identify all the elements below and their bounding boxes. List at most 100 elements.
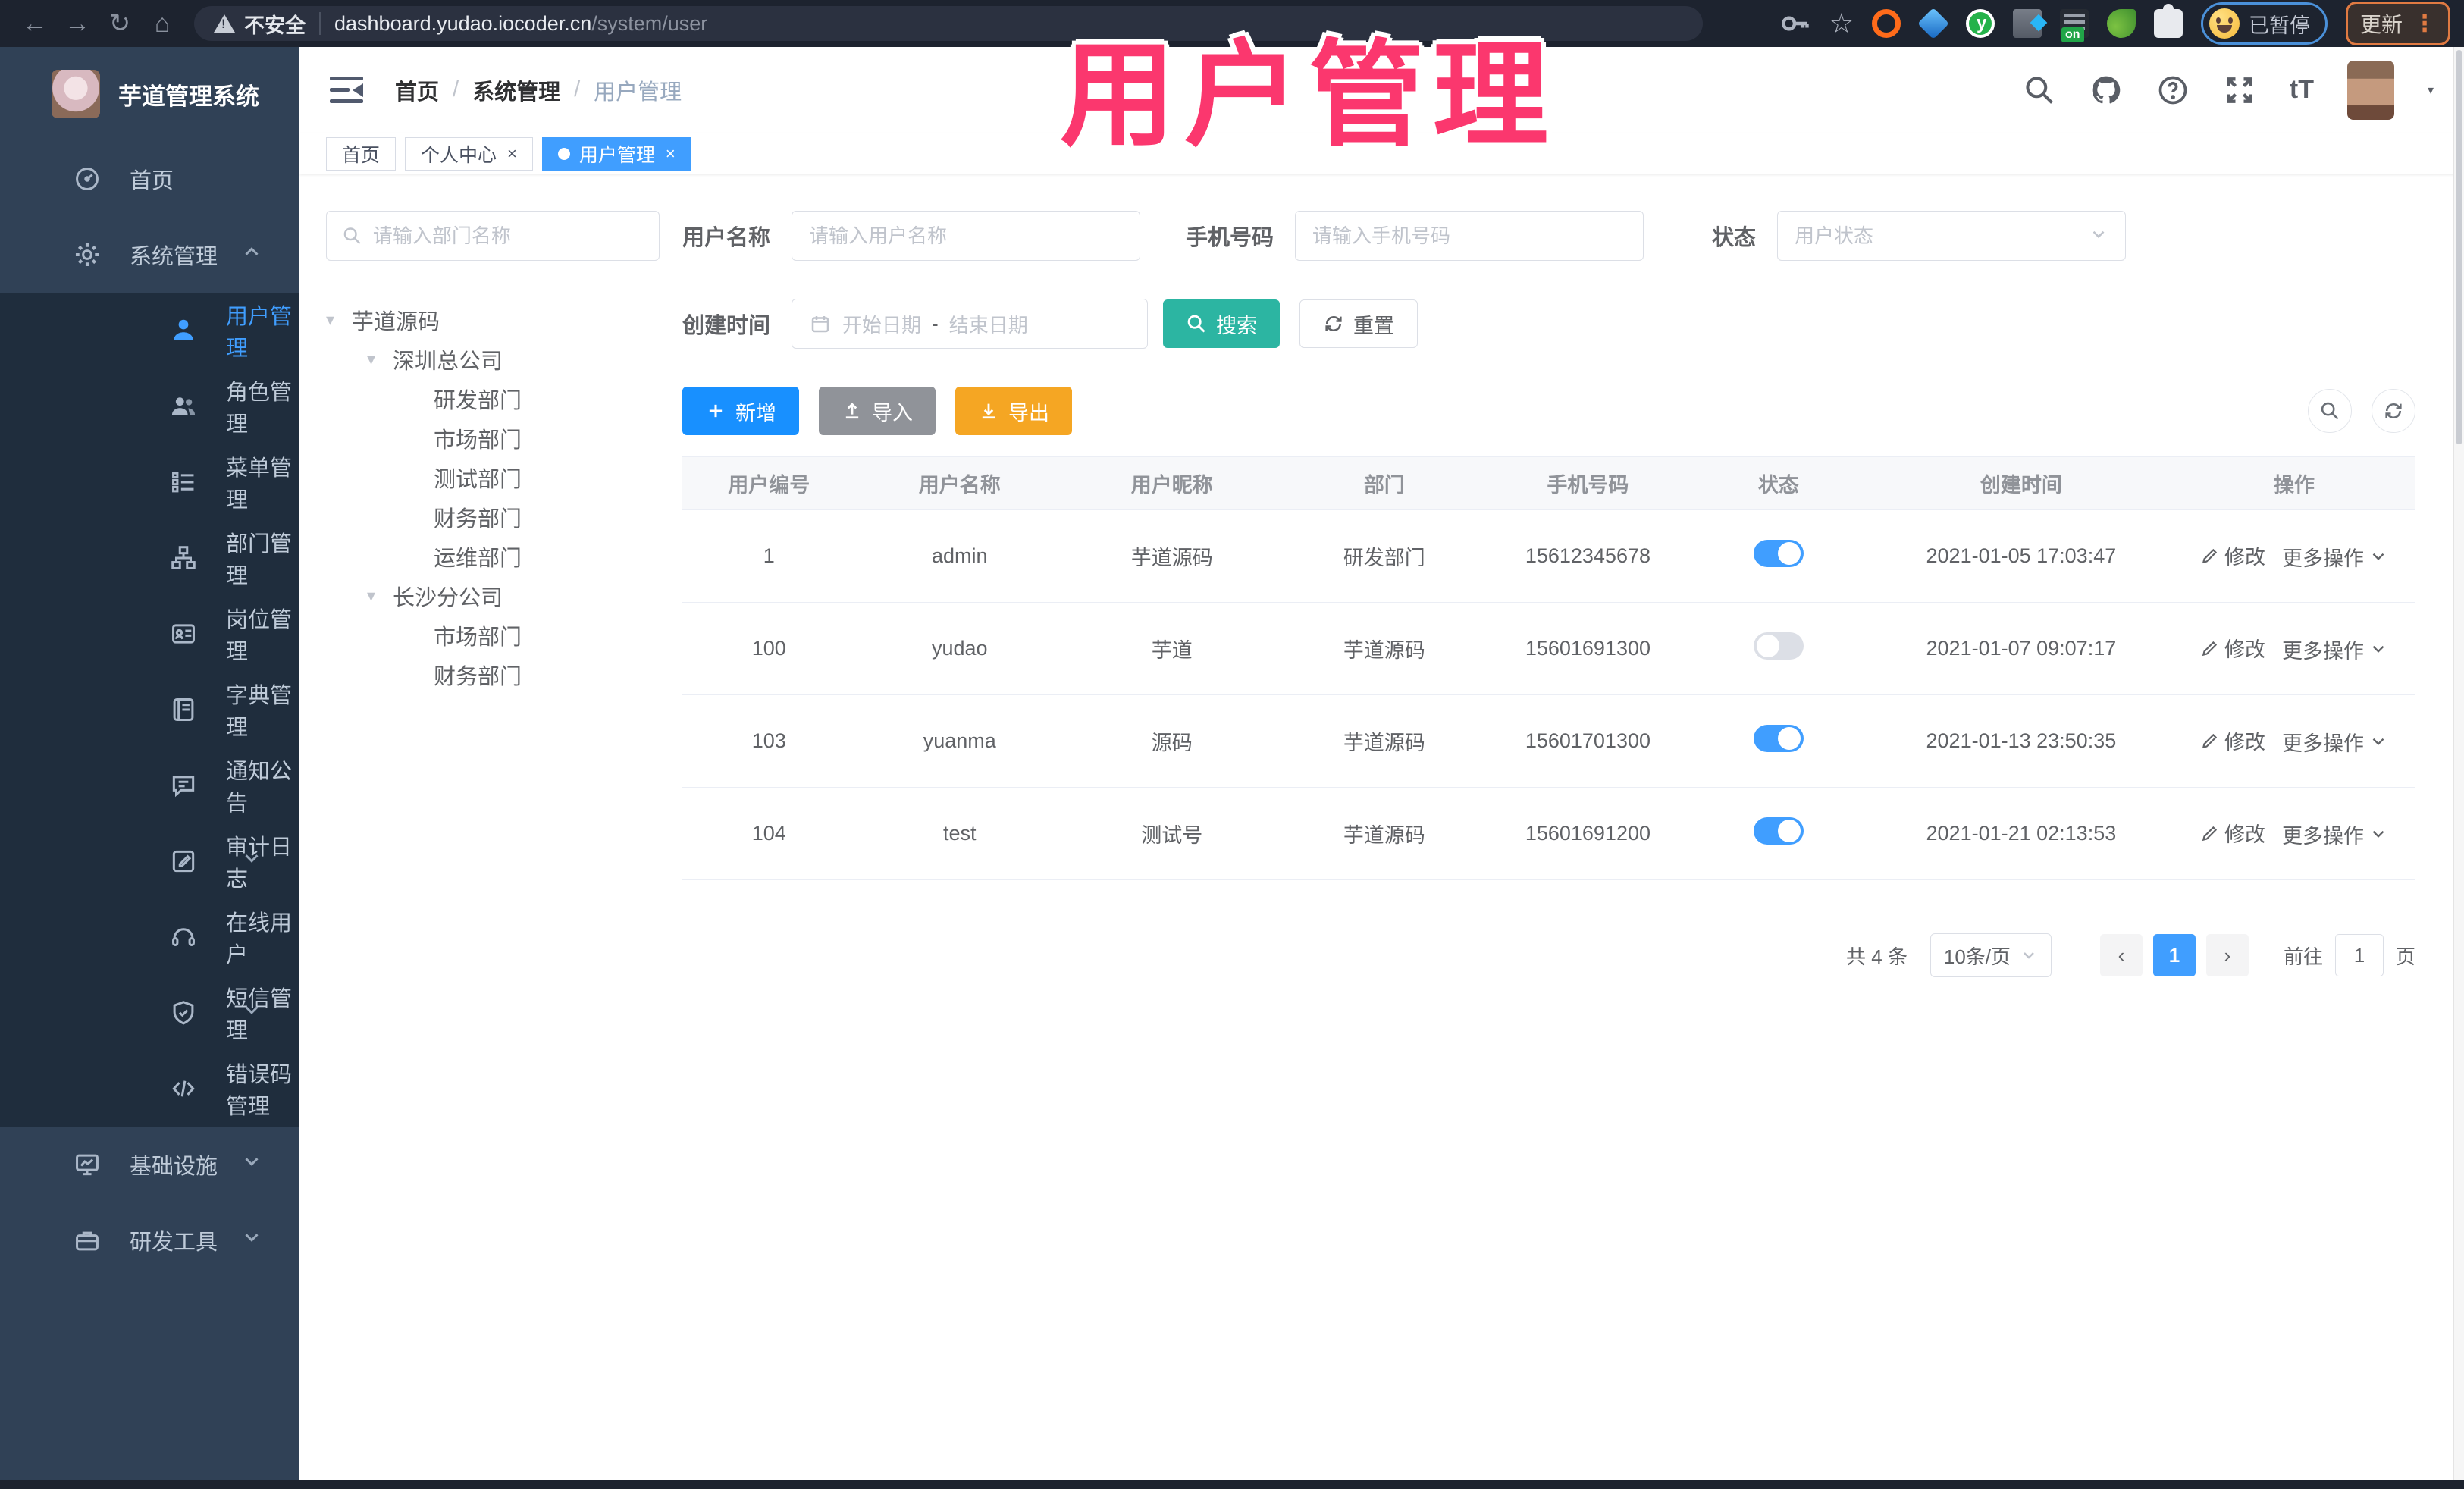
edit-link[interactable]: 修改 — [2200, 633, 2265, 663]
sidebar-item-字典管理[interactable]: 字典管理 — [0, 672, 299, 748]
date-start-placeholder[interactable]: 开始日期 — [842, 310, 921, 338]
bookmark-star-icon[interactable]: ☆ — [1829, 8, 1854, 39]
extensions-puzzle-icon[interactable] — [2153, 4, 2183, 38]
edit-link[interactable]: 修改 — [2200, 726, 2265, 755]
update-button[interactable]: 更新 ⋮ — [2345, 2, 2450, 45]
status-toggle[interactable] — [1753, 632, 1804, 660]
status-toggle[interactable] — [1753, 817, 1804, 845]
fullscreen-icon[interactable] — [2223, 74, 2256, 107]
tag-tab-用户管理[interactable]: 用户管理 × — [541, 136, 691, 171]
user-avatar[interactable] — [2346, 60, 2394, 120]
username-input[interactable] — [792, 211, 1141, 261]
tree-node-财务部门[interactable]: 财务部门 — [326, 497, 660, 537]
tree-node-运维部门[interactable]: 运维部门 — [326, 537, 660, 576]
breadcrumb-current: 用户管理 — [594, 80, 682, 105]
sidebar-item-审计日志[interactable]: 审计日志 — [0, 823, 299, 899]
tree-node-市场部门[interactable]: 市场部门 — [326, 616, 660, 655]
tree-node-深圳总公司[interactable]: ▾ 深圳总公司 — [326, 340, 660, 379]
tree-node-芋道源码[interactable]: ▾ 芋道源码 — [326, 300, 660, 340]
mobile-input[interactable] — [1295, 211, 1644, 261]
refresh-table-button[interactable] — [2372, 389, 2415, 433]
reset-button[interactable]: 重置 — [1299, 299, 1419, 348]
header-search-icon[interactable] — [2023, 74, 2056, 107]
more-actions-link[interactable]: 更多操作 — [2282, 727, 2388, 757]
tree-node-长沙分公司[interactable]: ▾ 长沙分公司 — [326, 576, 660, 616]
page-number-1[interactable]: 1 — [2152, 934, 2196, 976]
sidebar-item-菜单管理[interactable]: 菜单管理 — [0, 444, 299, 520]
github-icon[interactable] — [2089, 74, 2123, 107]
goto-page-input[interactable] — [2334, 934, 2384, 976]
tree-expand-caret-icon[interactable]: ▾ — [367, 586, 393, 606]
next-page-button[interactable]: › — [2205, 934, 2249, 976]
key-icon[interactable] — [1778, 7, 1811, 40]
mobile-field[interactable] — [1312, 224, 1627, 248]
browser-forward-icon[interactable]: → — [56, 9, 99, 39]
breadcrumb-separator: / — [574, 77, 581, 102]
tree-node-测试部门[interactable]: 测试部门 — [326, 458, 660, 497]
sidebar-item-通知公告[interactable]: 通知公告 — [0, 748, 299, 823]
close-icon[interactable]: × — [666, 144, 676, 164]
tag-tab-首页[interactable]: 首页 — [326, 136, 397, 171]
font-size-icon[interactable]: tT — [2290, 75, 2314, 105]
browser-home-icon[interactable]: ⌂ — [141, 9, 183, 39]
avatar-caret-icon[interactable]: ▾ — [2428, 83, 2434, 98]
department-search-input[interactable] — [326, 211, 660, 261]
add-button[interactable]: 新增 — [682, 387, 799, 435]
sidebar-item-在线用户[interactable]: 在线用户 — [0, 899, 299, 975]
sidebar-item-系统管理[interactable]: 系统管理 — [0, 217, 299, 293]
sidebar-item-部门管理[interactable]: 部门管理 — [0, 520, 299, 596]
status-toggle[interactable] — [1753, 725, 1804, 752]
breadcrumb-home[interactable]: 首页 — [395, 74, 439, 106]
extension-y-icon[interactable] — [1965, 9, 1995, 38]
status-select-field[interactable] — [1795, 224, 2083, 248]
extension-leaf-icon[interactable] — [2106, 9, 2136, 38]
status-select[interactable] — [1777, 211, 2127, 261]
tree-expand-caret-icon[interactable]: ▾ — [326, 310, 352, 330]
more-actions-link[interactable]: 更多操作 — [2282, 542, 2388, 572]
sidebar-item-角色管理[interactable]: 角色管理 — [0, 368, 299, 444]
extension-switch-on-icon[interactable] — [2059, 9, 2089, 42]
extension-ubuntu-icon[interactable] — [1871, 9, 1901, 38]
tree-node-财务部门[interactable]: 财务部门 — [326, 655, 660, 694]
more-actions-link[interactable]: 更多操作 — [2282, 820, 2388, 849]
browser-menu-icon[interactable]: ⋮ — [2413, 12, 2436, 35]
close-icon[interactable]: × — [507, 144, 517, 164]
page-size-select[interactable]: 10条/页 — [1930, 933, 2052, 977]
tree-node-市场部门[interactable]: 市场部门 — [326, 418, 660, 458]
extension-gem-icon[interactable] — [1917, 8, 1949, 39]
toggle-search-button[interactable] — [2308, 389, 2352, 433]
date-range-picker[interactable]: 开始日期 - 结束日期 — [792, 299, 1149, 349]
sidebar-item-短信管理[interactable]: 短信管理 — [0, 975, 299, 1051]
help-icon[interactable] — [2156, 74, 2190, 107]
username-field[interactable] — [809, 224, 1124, 248]
sidebar-item-错误码管理[interactable]: 错误码管理 — [0, 1051, 299, 1127]
prev-page-button[interactable]: ‹ — [2099, 934, 2143, 976]
browser-reload-icon[interactable]: ↻ — [99, 8, 141, 39]
collapse-sidebar-icon[interactable] — [330, 76, 363, 104]
edit-link[interactable]: 修改 — [2200, 818, 2265, 848]
sidebar-item-首页[interactable]: 首页 — [0, 141, 299, 217]
import-button[interactable]: 导入 — [819, 387, 936, 435]
breadcrumb-system[interactable]: 系统管理 — [472, 74, 560, 106]
search-button[interactable]: 搜索 — [1163, 299, 1281, 348]
sidebar-item-岗位管理[interactable]: 岗位管理 — [0, 596, 299, 672]
sidebar-item-用户管理[interactable]: 用户管理 — [0, 293, 299, 368]
sidebar-item-研发工具[interactable]: 研发工具 — [0, 1202, 299, 1278]
profile-paused-chip[interactable]: 已暂停 — [2200, 2, 2328, 45]
browser-back-icon[interactable]: ← — [14, 9, 56, 39]
tree-expand-caret-icon[interactable]: ▾ — [367, 350, 393, 369]
tag-tab-个人中心[interactable]: 个人中心 × — [405, 136, 533, 171]
export-button[interactable]: 导出 — [955, 387, 1072, 435]
more-actions-link[interactable]: 更多操作 — [2282, 635, 2388, 664]
app-logo-row[interactable]: 芋道管理系统 — [0, 47, 299, 141]
department-search-field[interactable] — [372, 224, 644, 248]
extension-grid-icon[interactable] — [2012, 9, 2042, 38]
status-toggle[interactable] — [1753, 540, 1804, 567]
tree-node-研发部门[interactable]: 研发部门 — [326, 379, 660, 418]
date-end-placeholder[interactable]: 结束日期 — [949, 310, 1028, 338]
edit-link[interactable]: 修改 — [2200, 541, 2265, 570]
address-bar[interactable]: 不安全 dashboard.yudao.iocoder.cn/system/us… — [194, 6, 1703, 41]
page-scrollbar[interactable] — [2453, 47, 2464, 1480]
sidebar-item-基础设施[interactable]: 基础设施 — [0, 1127, 299, 1202]
scrollbar-thumb[interactable] — [2456, 50, 2462, 444]
